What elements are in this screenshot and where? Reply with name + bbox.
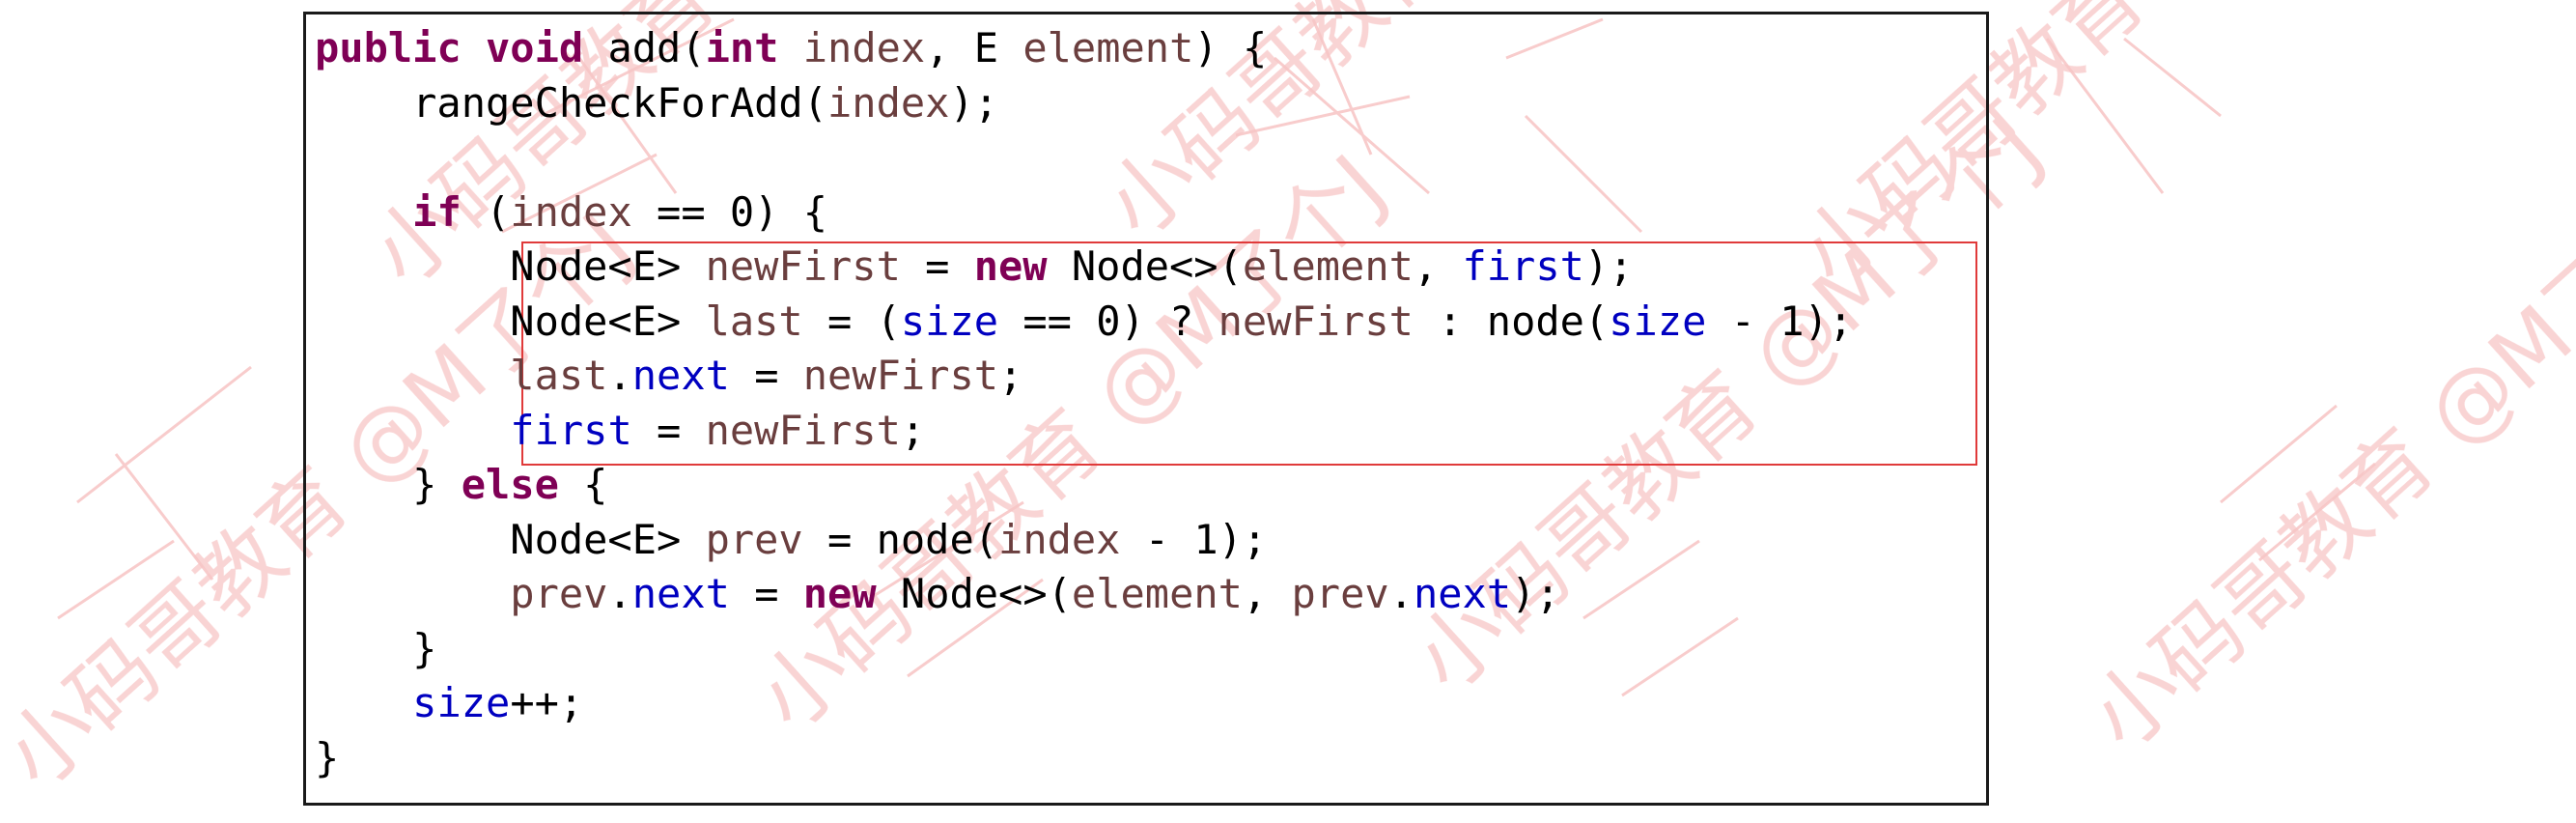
code-token: next xyxy=(1413,570,1512,617)
code-token: new xyxy=(973,242,1048,290)
code-token: ( xyxy=(461,187,511,236)
code-line: if (index == 0) { xyxy=(315,185,1853,241)
code-line: last.next = newFirst; xyxy=(315,349,1853,404)
code-token: else xyxy=(461,461,559,508)
code-token: next xyxy=(631,570,730,617)
code-token: void xyxy=(486,24,584,71)
code-token: size xyxy=(412,679,511,726)
code-line: first = newFirst; xyxy=(315,404,1853,459)
code-token: newFirst xyxy=(705,406,901,454)
code-token: prev xyxy=(705,515,803,563)
code-token: , E xyxy=(925,24,1023,71)
code-line: rangeCheckForAdd(index); xyxy=(315,76,1853,131)
code-token: index xyxy=(998,515,1121,563)
code-token: if xyxy=(412,187,462,236)
code-line: Node<E> prev = node(index - 1); xyxy=(315,513,1853,568)
code-token: Node<E> xyxy=(315,297,706,345)
code-token: = ( xyxy=(802,297,901,345)
code-token: . xyxy=(607,352,632,399)
watermark-text: 小码哥教育 @M了个J xyxy=(2071,156,2576,769)
code-line: size++; xyxy=(315,676,1853,731)
code-token: newFirst xyxy=(705,242,901,290)
code-token: last xyxy=(705,297,803,345)
code-token: first xyxy=(1462,242,1584,290)
code-line: } xyxy=(315,622,1853,677)
code-token: = xyxy=(631,406,706,454)
code-token: next xyxy=(631,352,730,399)
code-token: ); xyxy=(1511,570,1560,617)
code-token: prev xyxy=(510,570,608,617)
code-token: = xyxy=(729,352,803,399)
code-token: ; xyxy=(900,406,926,454)
code-token: == 0) ? xyxy=(998,297,1218,345)
code-token: = node( xyxy=(802,515,999,563)
code-token: size xyxy=(1609,297,1707,345)
code-token: element xyxy=(1071,570,1243,617)
code-token: rangeCheckForAdd( xyxy=(315,78,828,127)
code-token: ) { xyxy=(1193,24,1268,71)
code-token: } xyxy=(315,624,437,672)
code-token: . xyxy=(607,570,632,617)
code-token: , xyxy=(1242,570,1292,617)
code-line: public void add(int index, E element) { xyxy=(315,21,1853,76)
code-token: newFirst xyxy=(1218,297,1414,345)
code-token: Node<>( xyxy=(876,570,1072,617)
code-token: element xyxy=(1242,242,1414,290)
code-token: prev xyxy=(1291,570,1389,617)
code-block: public void add(int index, E element) { … xyxy=(315,21,1853,785)
code-token: ; xyxy=(998,352,1023,399)
code-token: new xyxy=(802,570,877,617)
code-line: Node<E> newFirst = new Node<>(element, f… xyxy=(315,240,1853,295)
code-token: size xyxy=(900,297,999,345)
code-token: { xyxy=(558,461,608,508)
code-token: ++; xyxy=(510,679,584,726)
code-token: last xyxy=(510,352,608,399)
code-token: newFirst xyxy=(802,352,999,399)
code-token: } xyxy=(315,461,462,508)
code-token: index xyxy=(827,78,950,127)
code-token: index xyxy=(802,24,926,71)
code-token: Node<>( xyxy=(1047,242,1243,290)
code-token: Node<E> xyxy=(315,242,706,290)
code-token: . xyxy=(1388,570,1414,617)
code-token: = xyxy=(900,242,974,290)
code-token: element xyxy=(1022,24,1194,71)
code-token: Node<E> xyxy=(315,515,706,563)
code-token: , xyxy=(1413,242,1463,290)
code-token: first xyxy=(510,406,632,454)
code-line: prev.next = new Node<>(element, prev.nex… xyxy=(315,567,1853,622)
code-token: index xyxy=(510,187,632,236)
code-token: == 0) { xyxy=(631,187,828,236)
code-token: - 1); xyxy=(1706,297,1854,345)
code-token: ); xyxy=(949,78,999,127)
code-token: } xyxy=(315,733,340,781)
code-token: - 1); xyxy=(1120,515,1268,563)
code-token: add( xyxy=(583,24,706,71)
code-token: public xyxy=(315,24,462,71)
code-token: : node( xyxy=(1413,297,1610,345)
code-line: Node<E> last = (size == 0) ? newFirst : … xyxy=(315,295,1853,350)
code-token: = xyxy=(729,570,803,617)
code-token: ); xyxy=(1583,242,1634,290)
code-line: } else { xyxy=(315,458,1853,513)
code-line: } xyxy=(315,731,1853,786)
code-token: int xyxy=(705,24,779,71)
